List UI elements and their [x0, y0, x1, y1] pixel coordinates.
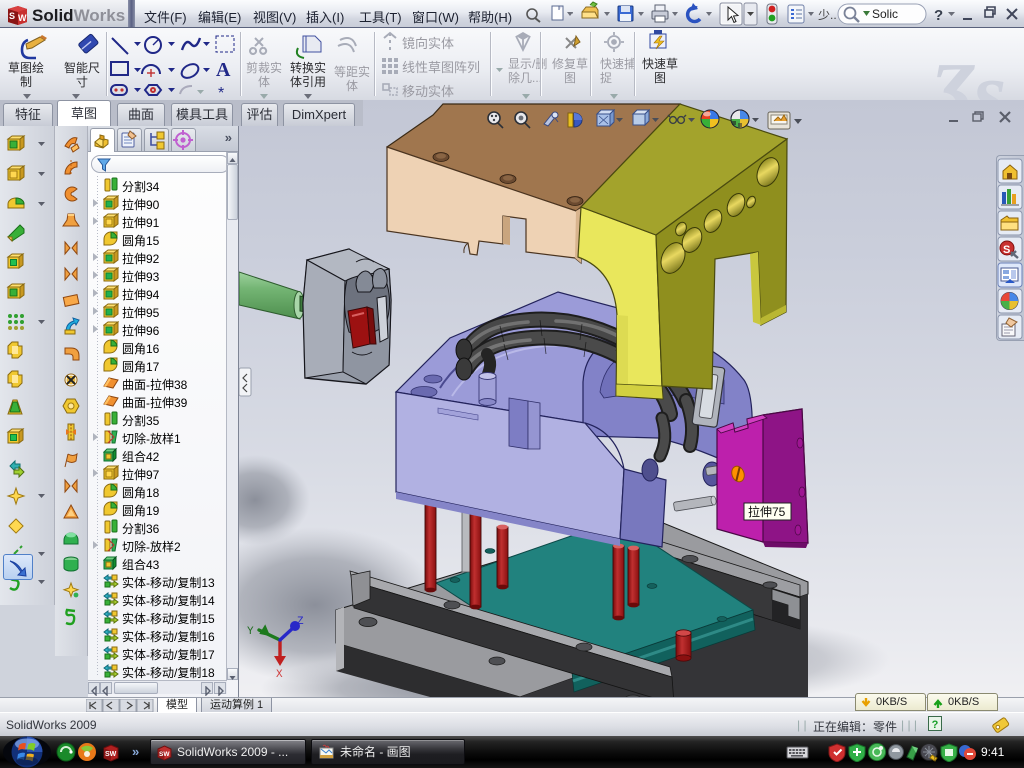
svg-text:?: ? [934, 7, 943, 24]
svg-text:Y: Y [247, 626, 254, 638]
svg-text:图: 图 [654, 71, 666, 85]
svg-text:Z: Z [297, 616, 304, 628]
svg-text:A: A [216, 59, 231, 81]
svg-text:寸: 寸 [76, 75, 88, 89]
svg-text:移动实体: 移动实体 [402, 84, 454, 99]
svg-text:拉伸75: 拉伸75 [748, 504, 786, 519]
svg-text:»: » [132, 744, 139, 759]
svg-text:体: 体 [346, 79, 358, 93]
svg-text:W: W [18, 13, 27, 23]
svg-text:镜向实体: 镜向实体 [402, 36, 454, 51]
svg-text:快速草: 快速草 [642, 57, 678, 71]
svg-text:除几...: 除几... [508, 70, 542, 85]
svg-text:制: 制 [20, 75, 32, 89]
svg-text:等距实: 等距实 [334, 64, 370, 79]
svg-text:S: S [9, 11, 15, 21]
svg-text:草图绘: 草图绘 [8, 60, 44, 75]
svg-text:SW: SW [105, 751, 117, 758]
svg-text:Solic: Solic [872, 7, 898, 21]
svg-text:快速捕: 快速捕 [600, 56, 636, 71]
svg-text:捉: 捉 [600, 70, 612, 85]
svg-text:体: 体 [258, 75, 270, 89]
svg-text:Ӡs: Ӡs [928, 46, 1006, 100]
svg-text:转换实: 转换实 [290, 60, 326, 75]
svg-text:图: 图 [564, 71, 576, 85]
svg-text:剪裁实: 剪裁实 [246, 60, 282, 75]
svg-text:智能尺: 智能尺 [64, 60, 100, 75]
svg-text:S: S [1003, 244, 1010, 256]
svg-text:X: X [276, 669, 283, 681]
svg-text:SW: SW [159, 751, 170, 758]
svg-text:线性草图阵列: 线性草图阵列 [402, 60, 480, 75]
svg-text:体引用: 体引用 [290, 75, 326, 89]
svg-text:少..: 少.. [818, 8, 837, 22]
svg-text:修复草: 修复草 [552, 56, 588, 71]
svg-text:*: * [218, 85, 224, 100]
svg-text:SolidWorks: SolidWorks [32, 6, 125, 25]
